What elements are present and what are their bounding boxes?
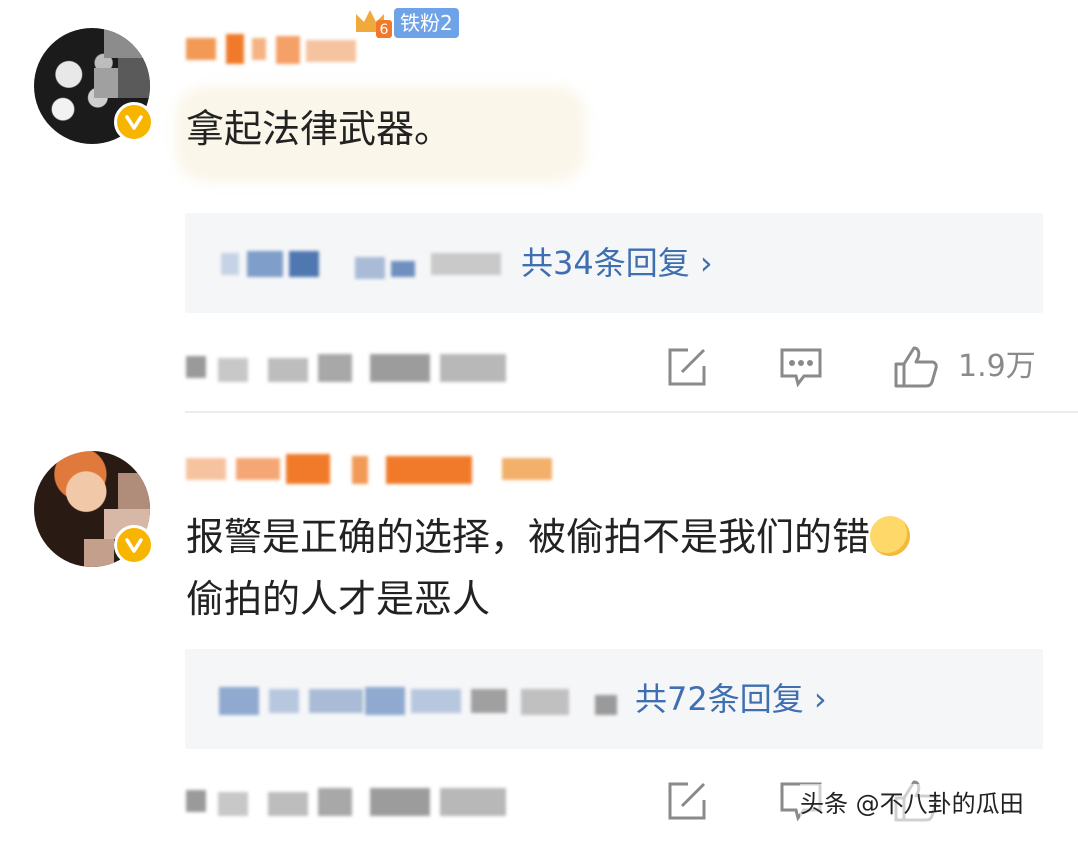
username[interactable]: [186, 450, 566, 490]
comment-text-line-1: 报警是正确的选择，被偷拍不是我们的错: [186, 515, 871, 559]
comment-icon[interactable]: [778, 344, 824, 390]
comment-item: 6 铁粉2 拿起法律武器。 共34条回复 › 1.9万: [0, 0, 1078, 412]
avatar[interactable]: [34, 28, 154, 144]
comment-meta: 1.9万: [0, 336, 1078, 396]
share-icon[interactable]: [664, 778, 710, 824]
reply-count-link[interactable]: 共34条回复 ›: [521, 213, 713, 313]
comment-item: 报警是正确的选择，被偷拍不是我们的错 偷拍的人才是恶人 共72条回复 ›: [0, 414, 1078, 841]
reply-count-link[interactable]: 共72条回复 ›: [635, 649, 827, 749]
comment-text: 拿起法律武器。: [186, 107, 453, 151]
fan-badge: 铁粉2: [394, 8, 459, 38]
share-icon[interactable]: [664, 344, 710, 390]
comment-text-line-2: 偷拍的人才是恶人: [186, 577, 491, 621]
comment-text: 报警是正确的选择，被偷拍不是我们的错 偷拍的人才是恶人: [186, 506, 911, 630]
reply-summary-box[interactable]: 共72条回复 ›: [185, 649, 1043, 749]
verified-badge-icon: [114, 525, 154, 565]
avatar[interactable]: [34, 451, 154, 567]
like-count: 1.9万: [958, 349, 1036, 384]
reply-summary-box[interactable]: 共34条回复 ›: [185, 213, 1043, 313]
thinking-face-emoji: [870, 516, 911, 556]
crown-level-icon: 6: [352, 6, 392, 40]
verified-badge-icon: [114, 102, 154, 142]
svg-text:6: 6: [380, 22, 389, 38]
thumbs-up-icon[interactable]: [892, 344, 938, 390]
comment-feed: 6 铁粉2 拿起法律武器。 共34条回复 › 1.9万 报警是正确的选择，被偷拍…: [0, 0, 1078, 841]
watermark: 头条 @不八卦的瓜田: [800, 784, 1024, 824]
divider: [185, 411, 1078, 413]
